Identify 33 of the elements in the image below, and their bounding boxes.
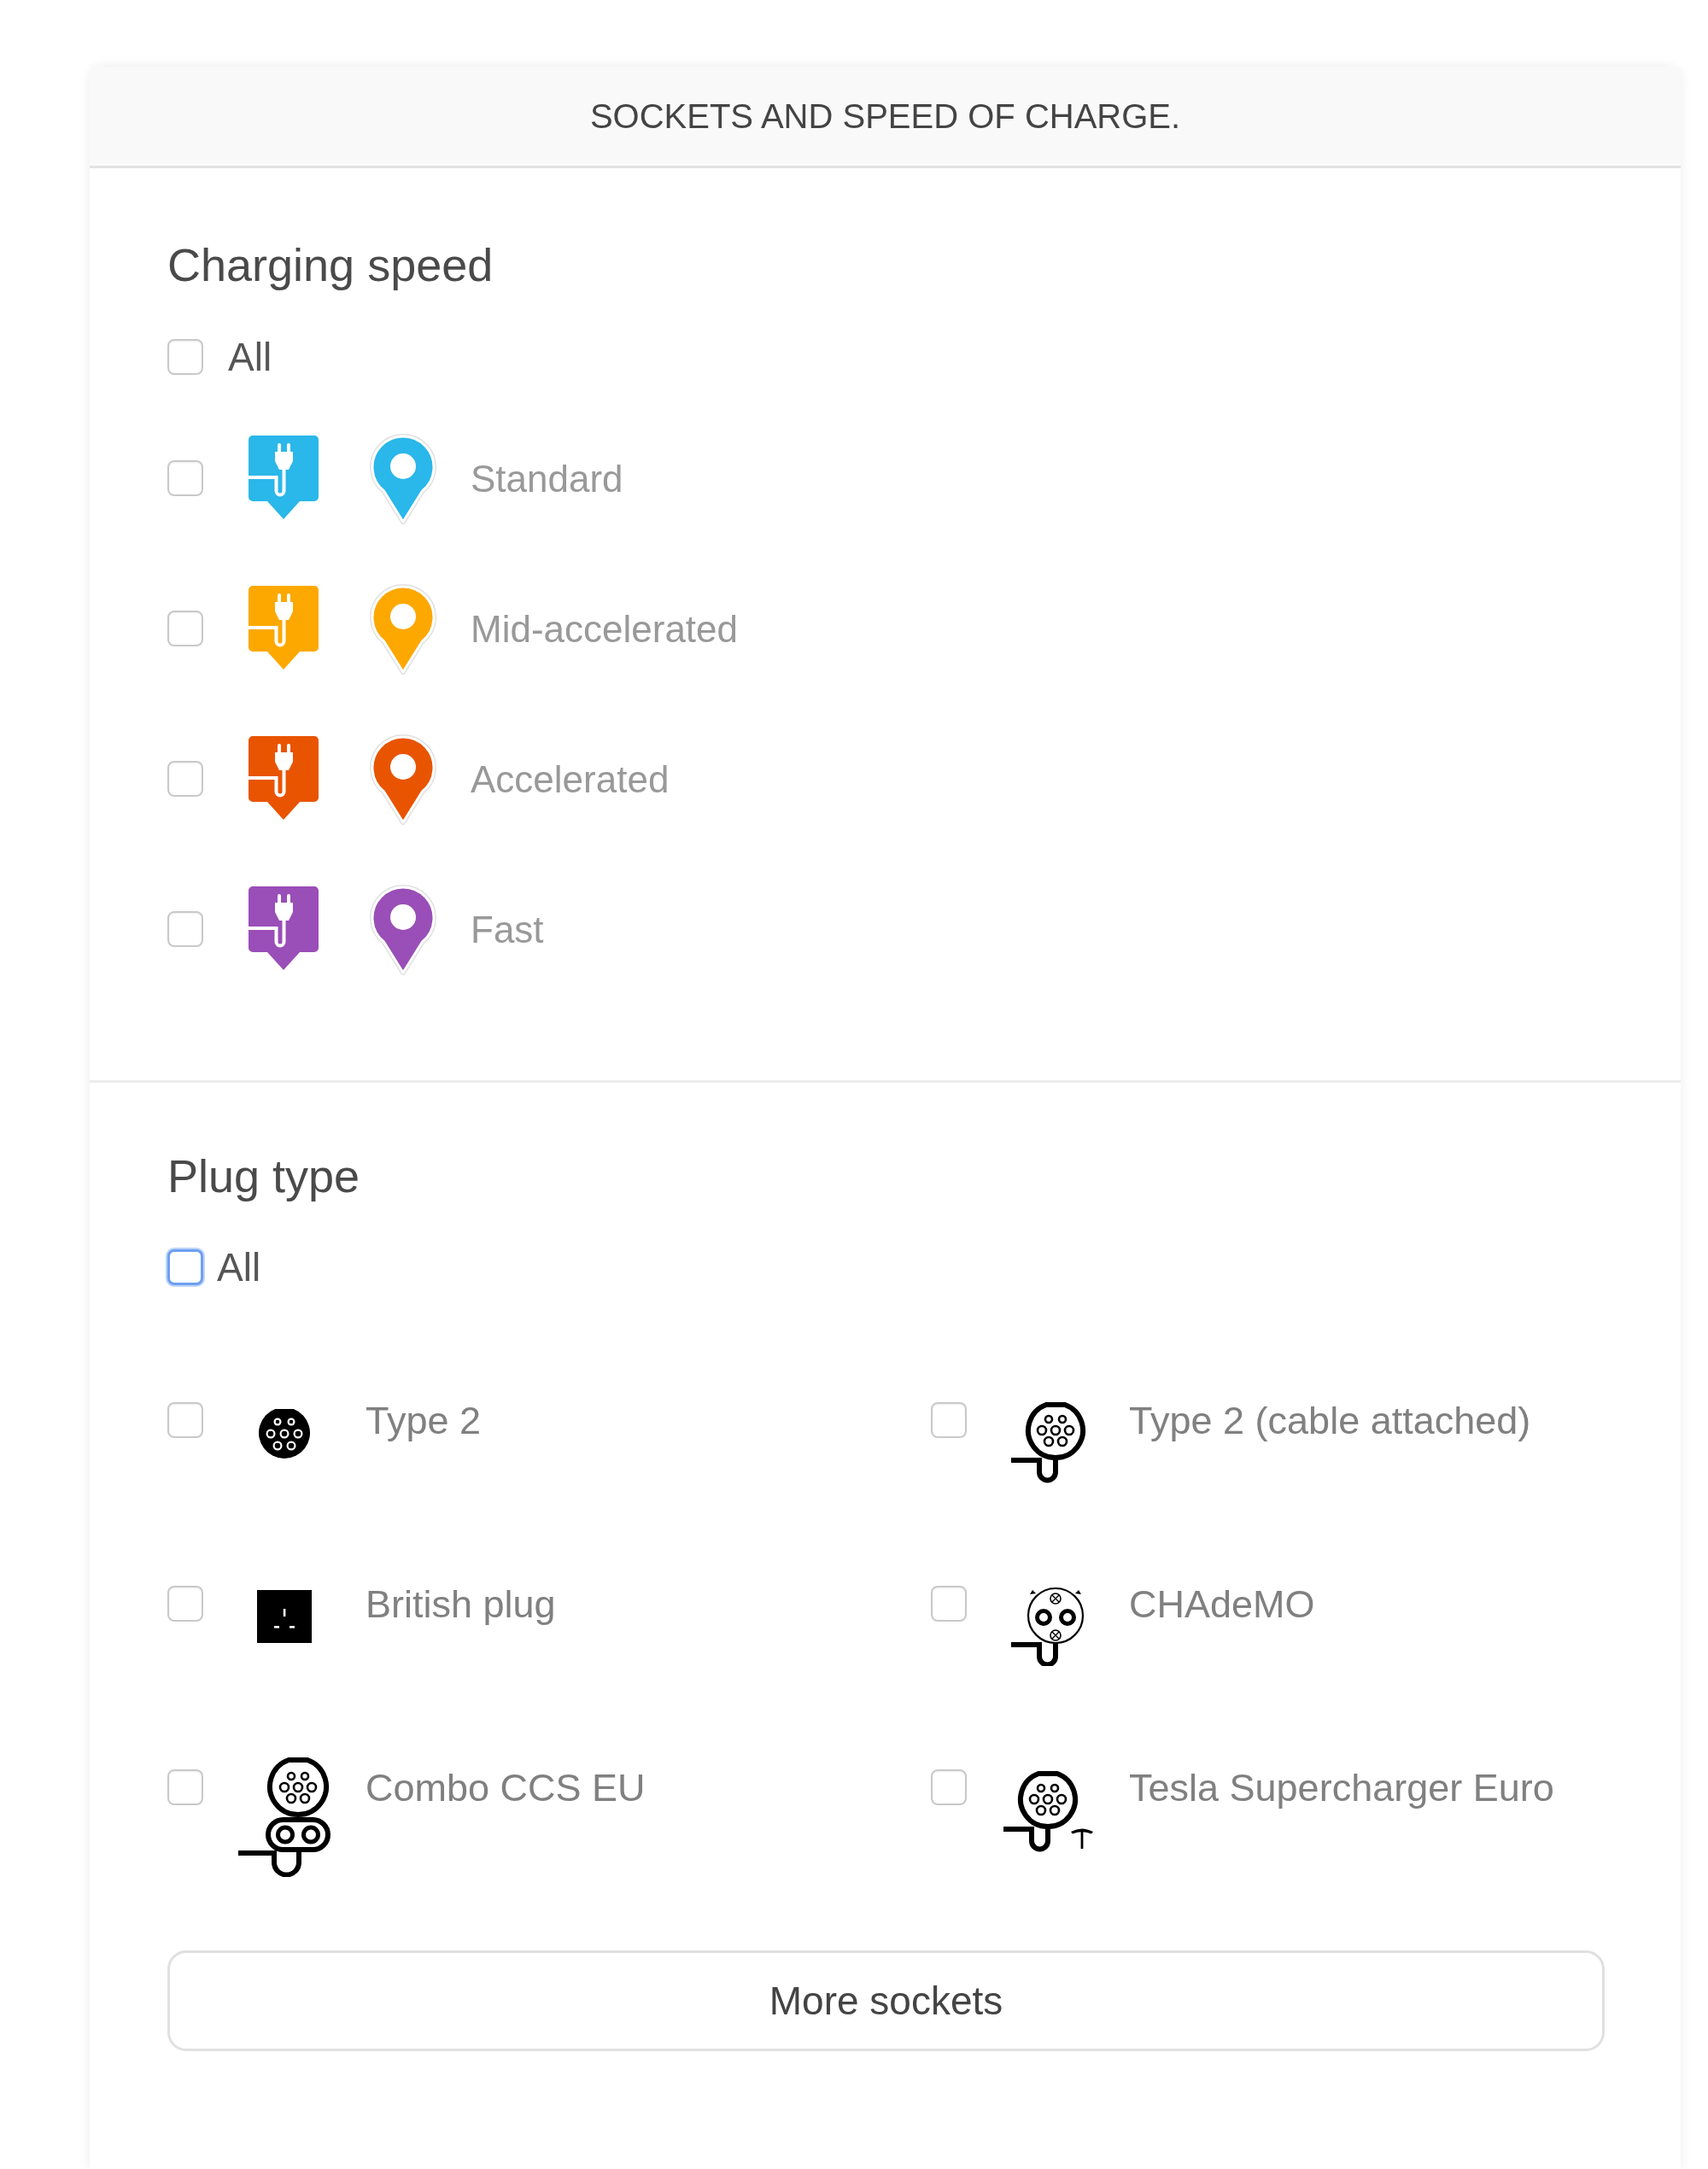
checkbox-label: Mid-accelerated [471,606,739,652]
checkbox[interactable] [167,911,203,947]
checkbox-label: Tesla Supercharger Euro [1129,1765,1554,1811]
checkbox-label: All [228,333,272,381]
checkbox[interactable] [931,1586,967,1622]
square-socket-icon [257,1590,312,1643]
panel-title: SOCKETS AND SPEED OF CHARGE. [589,96,1181,136]
checkbox[interactable] [931,1769,967,1805]
checkbox[interactable] [167,1402,203,1438]
checkbox-label: Type 2 [366,1398,482,1444]
checkbox[interactable] [167,761,203,797]
double-connector-with-cable-icon [237,1757,331,1877]
checkbox-label: Standard [471,456,623,501]
checkbox[interactable] [931,1402,967,1438]
checkbox-label: British plug [366,1581,556,1628]
connector-with-cable-and-t-mark-icon [1002,1770,1094,1852]
checkbox-label: Type 2 (cable attached) [1129,1398,1531,1444]
round-connector-with-cable-icon [1009,1586,1086,1666]
checkbox-label: CHAdeMO [1129,1581,1315,1628]
checkbox-label: All [217,1243,261,1291]
checkbox-label: Accelerated [471,757,670,802]
checkbox[interactable] [167,611,203,646]
checkbox[interactable] [167,1249,203,1285]
more-sockets-button[interactable]: More sockets [167,1950,1605,2051]
section-title: Plug type [167,1149,360,1203]
checkbox-label: Fast [471,907,544,952]
checkbox[interactable] [167,1769,203,1805]
checkbox-label: Combo CCS EU [366,1765,646,1811]
connector-with-cable-icon [1009,1401,1086,1483]
checkbox[interactable] [167,339,203,375]
section-title: Charging speed [167,238,494,292]
checkbox[interactable] [167,1586,203,1622]
checkbox[interactable] [167,460,203,496]
